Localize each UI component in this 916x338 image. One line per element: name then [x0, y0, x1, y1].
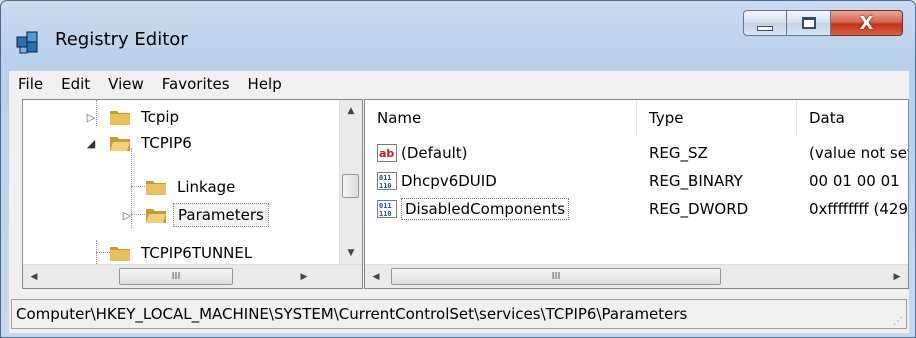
column-header-type[interactable]: Type: [637, 100, 797, 136]
value-data: (value not set): [809, 144, 909, 162]
values-list-pane[interactable]: Name Type Data ab (Default) REG_SZ (valu…: [364, 99, 909, 289]
tree-rows: ▷ Tcpip ◢ TCPIP6 Linkage ▷ Parameters TC…: [23, 100, 341, 264]
tree-vertical-scrollbar[interactable]: ▲ ▼: [339, 100, 362, 264]
folder-open-icon: [146, 209, 166, 223]
horizontal-scroll-thumb[interactable]: III: [119, 268, 233, 285]
status-path: Computer\HKEY_LOCAL_MACHINE\SYSTEM\Curre…: [11, 299, 907, 329]
value-type: REG_DWORD: [649, 200, 749, 218]
tree-item-linkage[interactable]: Linkage: [145, 174, 239, 200]
folder-open-icon: [110, 137, 130, 151]
close-icon: X: [859, 12, 874, 34]
folder-icon: [110, 247, 130, 261]
expand-arrow-icon[interactable]: ▷: [85, 111, 97, 124]
status-bar: Computer\HKEY_LOCAL_MACHINE\SYSTEM\Curre…: [9, 295, 909, 333]
window-controls: X: [743, 10, 903, 38]
tree-item-tcpip[interactable]: ▷ Tcpip: [87, 104, 183, 130]
value-data: 0xffffffff (4294967295): [809, 200, 909, 218]
value-row-disabledcomponents[interactable]: 011 110 DisabledComponents REG_DWORD 0xf…: [365, 196, 909, 222]
title-bar[interactable]: Registry Editor X: [1, 1, 915, 59]
value-name-cell: 011 110 DisabledComponents: [377, 196, 635, 222]
value-name: (Default): [401, 144, 468, 162]
values-horizontal-scrollbar[interactable]: ◀ III ▶: [365, 264, 908, 288]
minimize-icon: [757, 25, 773, 31]
svg-text:110: 110: [379, 210, 392, 218]
menu-file[interactable]: File: [9, 71, 52, 97]
tree-item-label-selected: Parameters: [173, 203, 269, 227]
scroll-down-icon[interactable]: ▼: [340, 242, 362, 264]
key-tree-pane[interactable]: ▷ Tcpip ◢ TCPIP6 Linkage ▷ Parameters TC…: [22, 99, 363, 289]
registry-editor-app-icon: [16, 31, 38, 54]
scroll-left-icon[interactable]: ◀: [365, 266, 387, 288]
folder-icon: [110, 111, 130, 125]
binary-value-icon: 011 110: [377, 172, 397, 190]
registry-editor-window: Registry Editor X File Edit View Favorit…: [0, 0, 916, 338]
svg-text:011: 011: [379, 202, 392, 210]
column-header-data[interactable]: Data: [797, 100, 908, 136]
svg-text:ab: ab: [379, 147, 394, 160]
tree-connector: [96, 252, 110, 253]
folder-icon: [146, 181, 166, 195]
column-header-name[interactable]: Name: [365, 100, 637, 136]
value-type: REG_BINARY: [649, 172, 743, 190]
value-name: Dhcpv6DUID: [401, 172, 497, 190]
scroll-right-icon[interactable]: ▶: [886, 266, 908, 288]
value-name-focused: DisabledComponents: [401, 198, 570, 220]
value-name-cell: 011 110 Dhcpv6DUID: [377, 168, 635, 194]
value-data: 00 01 00 01: [809, 172, 900, 190]
tree-item-label: TCPIP6: [141, 134, 192, 152]
tree-item-tcpip6tunnel[interactable]: TCPIP6TUNNEL: [109, 240, 256, 264]
tree-item-label: TCPIP6TUNNEL: [141, 244, 253, 262]
menu-favorites[interactable]: Favorites: [153, 71, 239, 97]
string-value-icon: ab: [377, 144, 397, 162]
binary-value-icon: 011 110: [377, 200, 397, 218]
value-type: REG_SZ: [649, 144, 708, 162]
window-title: Registry Editor: [55, 29, 188, 50]
menu-view[interactable]: View: [99, 71, 153, 97]
horizontal-scroll-thumb[interactable]: III: [391, 268, 721, 285]
menu-bar: File Edit View Favorites Help: [9, 71, 909, 98]
expand-arrow-icon[interactable]: ▷: [121, 209, 133, 222]
svg-text:011: 011: [379, 174, 392, 182]
minimize-button[interactable]: [743, 10, 787, 36]
tree-item-tcpip6[interactable]: ◢ TCPIP6: [87, 130, 196, 156]
tree-connector: [131, 186, 145, 187]
resize-grip-icon[interactable]: ⋰: [893, 316, 903, 327]
value-row-default[interactable]: ab (Default) REG_SZ (value not set): [365, 140, 909, 166]
maximize-button[interactable]: [787, 10, 831, 36]
menu-help[interactable]: Help: [239, 71, 291, 97]
value-name-cell: ab (Default): [377, 140, 635, 166]
scroll-left-icon[interactable]: ◀: [23, 266, 45, 288]
menu-edit[interactable]: Edit: [52, 71, 99, 97]
tree-item-label: Tcpip: [141, 108, 180, 126]
svg-text:110: 110: [379, 182, 392, 190]
tree-horizontal-scrollbar[interactable]: ◀ III ▶: [23, 264, 362, 288]
vertical-scroll-thumb[interactable]: [342, 174, 359, 198]
value-row-dhcpv6duid[interactable]: 011 110 Dhcpv6DUID REG_BINARY 00 01 00 0…: [365, 168, 908, 194]
scroll-up-icon[interactable]: ▲: [340, 100, 362, 122]
tree-item-parameters[interactable]: ▷ Parameters: [123, 202, 269, 228]
client-area: ▷ Tcpip ◢ TCPIP6 Linkage ▷ Parameters TC…: [9, 97, 909, 295]
maximize-icon: [801, 17, 816, 29]
collapse-arrow-icon[interactable]: ◢: [85, 137, 97, 150]
close-button[interactable]: X: [831, 10, 903, 36]
scroll-right-icon[interactable]: ▶: [293, 266, 315, 288]
tree-item-label: Linkage: [177, 178, 236, 196]
